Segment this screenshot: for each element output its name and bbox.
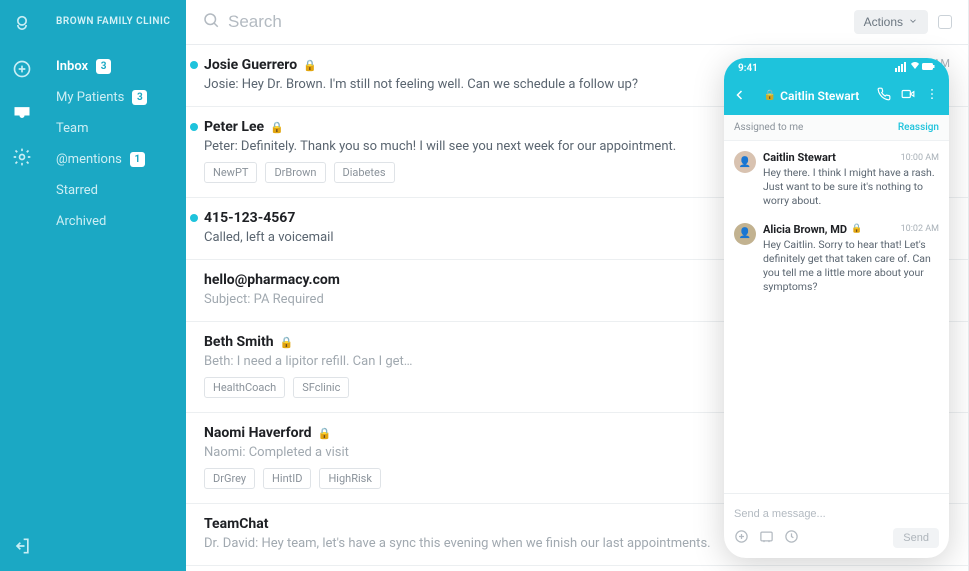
compose-area: Send bbox=[724, 493, 949, 558]
chevron-down-icon bbox=[908, 15, 918, 29]
actions-button[interactable]: Actions bbox=[854, 10, 928, 34]
unread-dot bbox=[190, 214, 198, 222]
assigned-label: Assigned to me bbox=[734, 122, 803, 133]
message-time: 10:00 AM bbox=[901, 153, 939, 163]
search-icon bbox=[202, 11, 220, 33]
sidebar-item-label: Team bbox=[56, 121, 89, 136]
badge: 1 bbox=[130, 152, 145, 167]
lock-icon: 🔒 bbox=[270, 121, 284, 134]
sidebar-item-mentions[interactable]: @mentions 1 bbox=[44, 144, 186, 175]
template-icon[interactable] bbox=[759, 529, 774, 548]
sidebar-item-label: Starred bbox=[56, 183, 98, 198]
message-text: Hey there. I think I might have a rash. … bbox=[763, 166, 939, 209]
sidebar-item-label: My Patients bbox=[56, 90, 124, 105]
mobile-preview: 9:41 🔒 Caitlin Stewart Assigned to me Re… bbox=[724, 58, 949, 558]
avatar: 👤 bbox=[734, 151, 756, 173]
reassign-button[interactable]: Reassign bbox=[898, 122, 939, 133]
lock-icon: 🔒 bbox=[280, 336, 294, 349]
message-time: 10:02 AM bbox=[901, 224, 939, 234]
phone-statusbar: 9:41 bbox=[724, 58, 949, 78]
more-icon[interactable] bbox=[925, 86, 939, 105]
phone-status-icons bbox=[895, 62, 935, 75]
badge: 3 bbox=[132, 90, 147, 105]
sidebar-item-team[interactable]: Team bbox=[44, 113, 186, 144]
settings-icon[interactable] bbox=[11, 146, 33, 168]
lock-icon: 🔒 bbox=[851, 224, 862, 234]
tag[interactable]: HintID bbox=[263, 468, 311, 489]
tag[interactable]: Diabetes bbox=[334, 162, 395, 183]
unread-dot bbox=[190, 123, 198, 131]
video-call-icon[interactable] bbox=[901, 86, 915, 105]
phone-call-icon[interactable] bbox=[877, 86, 891, 105]
lock-icon: 🔒 bbox=[303, 59, 317, 72]
chat-message: 👤 Caitlin Stewart 10:00 AM Hey there. I thi… bbox=[734, 151, 939, 209]
lock-icon: 🔒 bbox=[317, 427, 331, 440]
chat-contact-name: 🔒 Caitlin Stewart bbox=[752, 89, 871, 103]
sidebar-item-archived[interactable]: Archived bbox=[44, 206, 186, 237]
search-wrap bbox=[202, 11, 844, 33]
tag[interactable]: SFclinic bbox=[293, 377, 349, 398]
tag[interactable]: DrBrown bbox=[265, 162, 325, 183]
sidebar-item-label: @mentions bbox=[56, 152, 122, 167]
search-input[interactable] bbox=[228, 12, 844, 32]
sidebar: BROWN FAMILY CLINIC Inbox 3 My Patients … bbox=[44, 0, 186, 571]
message-text: Hey Caitlin. Sorry to hear that! Let's d… bbox=[763, 238, 939, 295]
sidebar-item-inbox[interactable]: Inbox 3 bbox=[44, 51, 186, 82]
lock-icon: 🔒 bbox=[764, 90, 776, 101]
send-button[interactable]: Send bbox=[893, 528, 939, 548]
phone-time: 9:41 bbox=[738, 63, 758, 74]
tag[interactable]: DrGrey bbox=[204, 468, 255, 489]
avatar: 👤 bbox=[734, 223, 756, 245]
chat-header: 🔒 Caitlin Stewart bbox=[724, 78, 949, 115]
unread-dot bbox=[190, 61, 198, 69]
tag[interactable]: NewPT bbox=[204, 162, 257, 183]
logo-icon bbox=[11, 14, 33, 36]
inbox-icon[interactable] bbox=[11, 102, 33, 124]
assign-bar: Assigned to me Reassign bbox=[724, 115, 949, 141]
actions-label: Actions bbox=[864, 15, 903, 29]
chat-body: 👤 Caitlin Stewart 10:00 AM Hey there. I thi… bbox=[724, 141, 949, 493]
back-icon[interactable] bbox=[734, 86, 746, 105]
topbar: Actions bbox=[186, 0, 968, 45]
attach-icon[interactable] bbox=[734, 529, 749, 548]
sidebar-item-my-patients[interactable]: My Patients 3 bbox=[44, 82, 186, 113]
tag[interactable]: HighRisk bbox=[319, 468, 380, 489]
message-sender: Caitlin Stewart bbox=[763, 151, 836, 164]
schedule-icon[interactable] bbox=[784, 529, 799, 548]
badge: 3 bbox=[96, 59, 111, 74]
message-sender: Alicia Brown, MD bbox=[763, 223, 847, 236]
logout-icon[interactable] bbox=[11, 535, 33, 557]
tag[interactable]: HealthCoach bbox=[204, 377, 285, 398]
chat-message: 👤 Alicia Brown, MD 🔒 10:02 AM Hey Caitlin. S… bbox=[734, 223, 939, 295]
compose-input[interactable] bbox=[734, 504, 939, 528]
sidebar-item-starred[interactable]: Starred bbox=[44, 175, 186, 206]
clinic-name: BROWN FAMILY CLINIC bbox=[44, 16, 186, 51]
select-all-checkbox[interactable] bbox=[938, 15, 952, 29]
sidebar-item-label: Archived bbox=[56, 214, 106, 229]
icon-rail bbox=[0, 0, 44, 571]
sidebar-item-label: Inbox bbox=[56, 59, 88, 74]
compose-icon[interactable] bbox=[11, 58, 33, 80]
